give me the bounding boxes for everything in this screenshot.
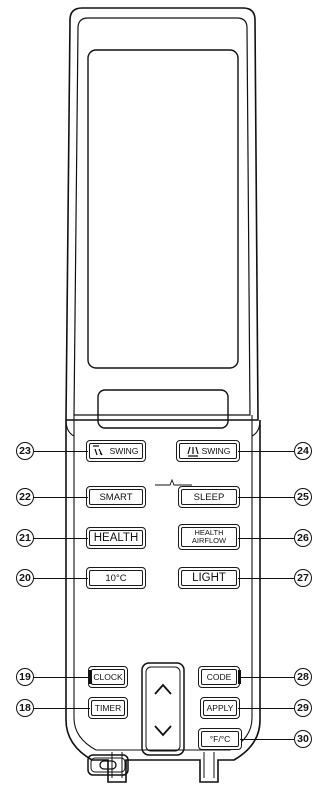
light-button[interactable]: LIGHT: [178, 567, 240, 589]
display-window: [87, 49, 239, 369]
leader-line-28: [240, 677, 294, 679]
leader-line-25: [238, 497, 294, 499]
leader-line-22: [32, 497, 88, 499]
callout-25: 25: [294, 488, 312, 506]
health-label: HEALTH: [93, 532, 139, 544]
lower-window: [97, 389, 229, 429]
leader-line-26: [238, 538, 294, 540]
clock-label: CLOCK: [93, 672, 123, 682]
smart-label: SMART: [99, 491, 133, 503]
health-button[interactable]: HEALTH: [86, 527, 146, 549]
timer-button[interactable]: TIMER: [88, 697, 128, 719]
swing-vertical-label: SWING: [109, 446, 139, 456]
vertical-swing-icon: [92, 445, 103, 456]
code-button[interactable]: CODE: [198, 666, 240, 688]
sleep-label: SLEEP: [193, 491, 225, 503]
leader-line-19: [32, 677, 90, 679]
callout-20: 20: [16, 569, 34, 587]
swing-horizontal-button[interactable]: SWING: [176, 440, 240, 462]
light-label: LIGHT: [192, 572, 226, 584]
callout-27: 27: [294, 569, 312, 587]
remote-outline: [65, 7, 261, 783]
callout-30: 30: [294, 730, 312, 748]
leader-line-23: [32, 451, 88, 453]
callout-23: 23: [16, 442, 34, 460]
arrow-pad: [141, 662, 185, 756]
leader-line-27: [238, 578, 294, 580]
code-label: CODE: [206, 672, 232, 682]
leader-line-21: [32, 538, 88, 540]
sleep-button[interactable]: SLEEP: [178, 486, 240, 508]
swing-horizontal-label: SWING: [201, 446, 231, 456]
callout-19: 19: [16, 668, 34, 686]
health-airflow-button[interactable]: HEALTH AIRFLOW: [178, 524, 240, 550]
leader-line-30: [240, 739, 294, 741]
leader-line-18: [32, 708, 90, 710]
callout-29: 29: [294, 699, 312, 717]
timer-label: TIMER: [94, 703, 122, 713]
clock-button[interactable]: CLOCK: [88, 666, 128, 688]
callout-26: 26: [294, 529, 312, 547]
leader-line-29: [238, 708, 294, 710]
temp-unit-button[interactable]: °F/°C: [198, 728, 242, 750]
smart-button[interactable]: SMART: [86, 486, 146, 508]
health-airflow-label: HEALTH AIRFLOW: [191, 528, 227, 545]
callout-22: 22: [16, 488, 34, 506]
swing-vertical-button[interactable]: SWING: [86, 440, 146, 462]
apply-label: APPLY: [206, 703, 234, 713]
callout-28: 28: [294, 668, 312, 686]
leader-line-24: [238, 451, 294, 453]
callout-24: 24: [294, 442, 312, 460]
temp-unit-label: °F/°C: [209, 734, 231, 744]
callout-21: 21: [16, 529, 34, 547]
callout-18: 18: [16, 699, 34, 717]
ten-degree-label: 10°C: [105, 572, 127, 584]
leader-line-20: [32, 578, 88, 580]
horizontal-swing-icon: [187, 446, 199, 457]
apply-button[interactable]: APPLY: [200, 697, 240, 719]
ten-degree-button[interactable]: 10°C: [86, 567, 146, 589]
